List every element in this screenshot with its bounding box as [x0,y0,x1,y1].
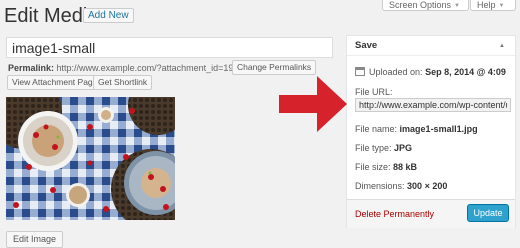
save-panel-header[interactable]: Save ▲ [347,36,515,56]
file-name-label: File name: [355,124,398,134]
title-input[interactable] [6,37,333,58]
edit-image-button[interactable]: Edit Image [6,231,64,248]
help-label: Help [477,0,496,10]
file-type-value: JPG [394,143,413,153]
red-arrow-annotation [279,76,347,132]
file-url-label: File URL: [355,87,393,97]
permalink-row: Permalink: http://www.example.com/?attac… [8,63,243,73]
file-url-field[interactable] [355,98,511,112]
chevron-down-icon: ▼ [498,3,505,9]
dimensions-value: 300 × 200 [407,181,448,191]
add-new-button[interactable]: Add New [83,8,134,23]
file-type-row: File type: JPG [355,143,412,153]
screen-options-tab[interactable]: Screen Options ▼ [382,0,469,11]
screen-options-label: Screen Options [389,0,452,10]
help-tab[interactable]: Help ▼ [470,0,516,11]
attachment-image [6,97,175,220]
permalink-label: Permalink: [8,63,55,73]
file-type-label: File type: [355,143,392,153]
calendar-icon [355,67,365,76]
dimensions-row: Dimensions: 300 × 200 [355,181,447,191]
update-button[interactable]: Update [467,204,509,222]
delete-permanently-link[interactable]: Delete Permanently [355,209,434,219]
uploaded-on-value: Sep 8, 2014 @ 4:09 [425,67,506,77]
file-size-label: File size: [355,162,391,172]
get-shortlink-button[interactable]: Get Shortlink [93,75,153,90]
dimensions-label: Dimensions: [355,181,405,191]
file-name-row: File name: image1-small1.jpg [355,124,478,134]
file-size-value: 88 kB [393,162,418,172]
chevron-down-icon: ▼ [454,3,460,9]
collapse-toggle-icon[interactable]: ▲ [499,36,505,56]
permalink-url[interactable]: http://www.example.com/?attachment_id=19… [57,63,244,73]
file-size-row: File size: 88 kB [355,162,417,172]
save-panel-title: Save [355,40,378,51]
view-attachment-page-button[interactable]: View Attachment Page [7,75,103,90]
save-panel: Save ▲ Uploaded on: Sep 8, 2014 @ 4:09 F… [346,35,516,228]
save-panel-footer: Delete Permanently Update [347,199,515,228]
uploaded-on-label: Uploaded on: [369,67,423,77]
uploaded-on-row: Uploaded on: Sep 8, 2014 @ 4:09 [355,67,506,77]
file-name-value: image1-small1.jpg [399,124,478,134]
